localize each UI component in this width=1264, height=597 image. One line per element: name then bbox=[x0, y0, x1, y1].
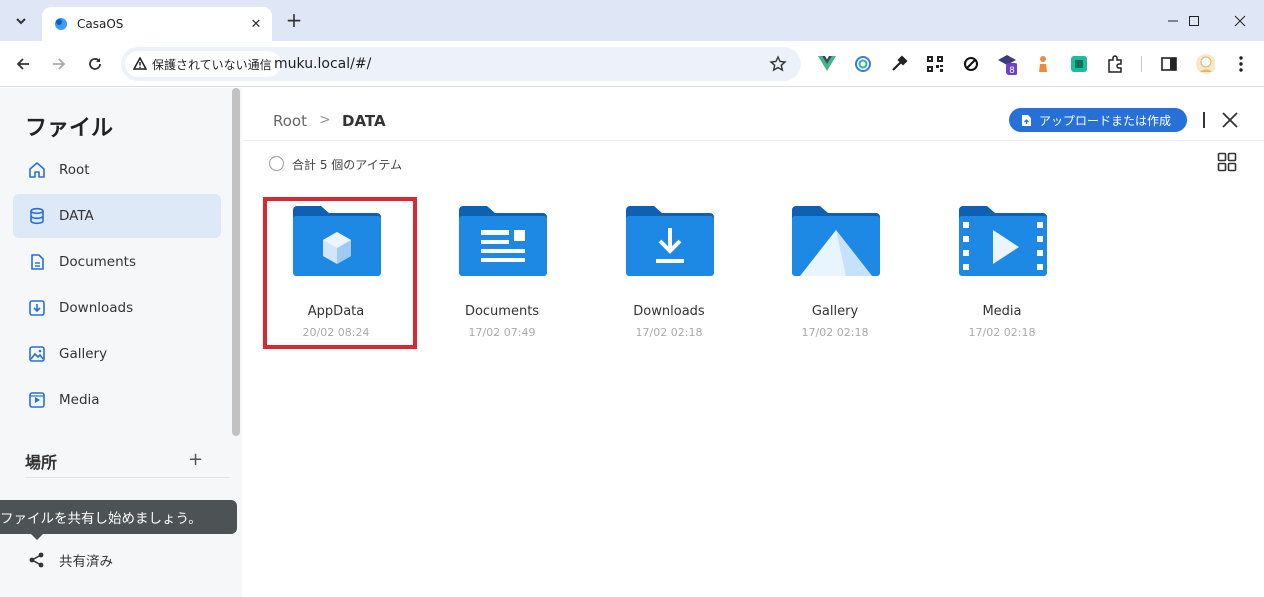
close-icon bbox=[1234, 15, 1246, 26]
security-label: 保護されていない通信 bbox=[152, 57, 272, 72]
file-browser-main: Root > DATA アップロードまたは作成 合計 5 個のアイテム AppD… bbox=[242, 88, 1264, 597]
file-date: 17/02 07:49 bbox=[468, 326, 536, 339]
header-divider bbox=[1203, 112, 1205, 128]
eyedropper-extension-icon[interactable] bbox=[889, 54, 909, 74]
file-item-media[interactable]: Media 17/02 02:18 bbox=[932, 198, 1072, 339]
sidebar-item-documents[interactable]: Documents bbox=[13, 240, 221, 284]
security-chip[interactable]: 保護されていない通信 bbox=[125, 51, 281, 77]
upload-file-icon bbox=[1022, 114, 1031, 126]
breadcrumb-separator: > bbox=[319, 112, 331, 128]
image-folder-icon bbox=[792, 206, 880, 276]
tab-close-icon[interactable]: ✕ bbox=[246, 14, 266, 34]
close-panel-icon[interactable] bbox=[1220, 110, 1240, 130]
close-window-button[interactable] bbox=[1217, 0, 1263, 41]
sidebar-item-label: Media bbox=[59, 392, 100, 408]
sidebar-item-gallery[interactable]: Gallery bbox=[13, 332, 221, 376]
back-button[interactable] bbox=[9, 50, 37, 78]
chess-extension-icon[interactable] bbox=[1033, 54, 1053, 74]
puzzle-extensions-icon[interactable] bbox=[1105, 54, 1125, 74]
graduation-extension-icon[interactable]: 8 bbox=[997, 54, 1017, 75]
side-panel-icon[interactable] bbox=[1159, 54, 1179, 74]
sidebar-item-label: DATA bbox=[59, 208, 94, 224]
arrow-right-icon bbox=[53, 58, 66, 70]
bookmark-star-icon[interactable] bbox=[769, 55, 787, 73]
video-icon bbox=[29, 392, 45, 408]
breadcrumb-root[interactable]: Root bbox=[273, 112, 307, 130]
breadcrumb-current: DATA bbox=[342, 112, 386, 130]
vue-extension-icon[interactable] bbox=[817, 54, 837, 74]
image-icon bbox=[29, 346, 45, 362]
upload-or-create-button[interactable]: アップロードまたは作成 bbox=[1009, 108, 1187, 132]
file-date: 17/02 02:18 bbox=[635, 326, 703, 339]
database-icon bbox=[30, 207, 44, 225]
address-bar[interactable]: 保護されていない通信 muku.local/#/ bbox=[121, 47, 801, 81]
url-text[interactable]: muku.local/#/ bbox=[274, 56, 371, 72]
circle-extension-icon[interactable] bbox=[853, 54, 873, 74]
sidebar-item-media[interactable]: Media bbox=[13, 378, 221, 422]
sidebar-item-downloads[interactable]: Downloads bbox=[13, 286, 221, 330]
maximize-button[interactable] bbox=[1171, 0, 1217, 41]
select-all-checkbox[interactable] bbox=[269, 156, 284, 171]
maximize-icon bbox=[1189, 15, 1199, 26]
tab-strip: CasaOS ✕ + bbox=[0, 0, 1264, 41]
share-icon bbox=[29, 552, 44, 568]
header-line bbox=[242, 140, 1264, 141]
chevron-down-icon bbox=[16, 18, 26, 25]
file-name: Gallery bbox=[811, 304, 859, 319]
upload-label: アップロードまたは作成 bbox=[1039, 113, 1172, 128]
sidebar-item-label: 共有済み bbox=[59, 554, 113, 570]
file-date: 17/02 02:18 bbox=[801, 326, 869, 339]
grid-view-icon[interactable] bbox=[1217, 152, 1237, 172]
download-folder-icon bbox=[626, 206, 714, 276]
file-item-documents[interactable]: Documents 17/02 07:49 bbox=[432, 198, 572, 339]
qr-code-extension-icon[interactable] bbox=[925, 54, 945, 74]
profile-avatar-icon[interactable] bbox=[1195, 54, 1215, 74]
download-icon bbox=[29, 300, 45, 316]
sidebar-item-label: Root bbox=[59, 162, 90, 178]
item-count: 合計 5 個のアイテム bbox=[292, 158, 403, 172]
tab-casaos[interactable]: CasaOS ✕ bbox=[42, 7, 272, 41]
toolbar-separator bbox=[1141, 56, 1142, 72]
sidebar-divider bbox=[25, 477, 230, 478]
file-name: Media bbox=[982, 304, 1022, 319]
sidebar-item-data[interactable]: DATA bbox=[13, 194, 221, 238]
document-folder-icon bbox=[459, 206, 547, 276]
home-icon bbox=[29, 162, 45, 178]
file-item-downloads[interactable]: Downloads 17/02 02:18 bbox=[599, 198, 739, 339]
file-item-gallery[interactable]: Gallery 17/02 02:18 bbox=[765, 198, 905, 339]
extension-badge: 8 bbox=[1009, 65, 1014, 75]
file-name: Downloads bbox=[633, 304, 705, 319]
sidebar-item-label: Documents bbox=[59, 254, 136, 270]
reload-icon bbox=[89, 58, 101, 70]
forward-button[interactable] bbox=[45, 50, 73, 78]
file-name: Documents bbox=[464, 304, 540, 319]
warning-icon bbox=[133, 57, 147, 70]
add-location-button[interactable]: + bbox=[188, 449, 203, 470]
green-square-extension-icon[interactable] bbox=[1069, 54, 1089, 74]
share-tooltip: ファイルを共有し始めましょう。 bbox=[0, 500, 237, 534]
sidebar-title: ファイル bbox=[25, 116, 114, 141]
video-folder-icon bbox=[959, 206, 1047, 276]
tab-title: CasaOS bbox=[77, 17, 124, 31]
selection-highlight-box bbox=[263, 197, 417, 349]
sidebar-item-root[interactable]: Root bbox=[13, 148, 221, 192]
locations-heading: 場所 bbox=[25, 453, 58, 472]
sidebar-item-shared[interactable]: 共有済み bbox=[13, 538, 221, 582]
reload-button[interactable] bbox=[81, 50, 109, 78]
sidebar-scrollbar[interactable] bbox=[232, 88, 240, 436]
tab-search-button[interactable] bbox=[8, 8, 34, 34]
new-tab-button[interactable]: + bbox=[282, 8, 306, 32]
more-menu-icon[interactable] bbox=[1231, 54, 1251, 74]
casaos-favicon-icon bbox=[55, 18, 67, 30]
sidebar: ファイル Root DATA Documents Downloads Galle… bbox=[0, 88, 242, 597]
sidebar-item-label: Downloads bbox=[59, 300, 134, 316]
block-extension-icon[interactable] bbox=[961, 54, 981, 74]
browser-toolbar: 保護されていない通信 muku.local/#/ 8 bbox=[0, 41, 1264, 87]
file-date: 17/02 02:18 bbox=[968, 326, 1036, 339]
document-icon bbox=[31, 254, 44, 270]
arrow-left-icon bbox=[16, 58, 29, 70]
sidebar-item-label: Gallery bbox=[59, 346, 108, 362]
